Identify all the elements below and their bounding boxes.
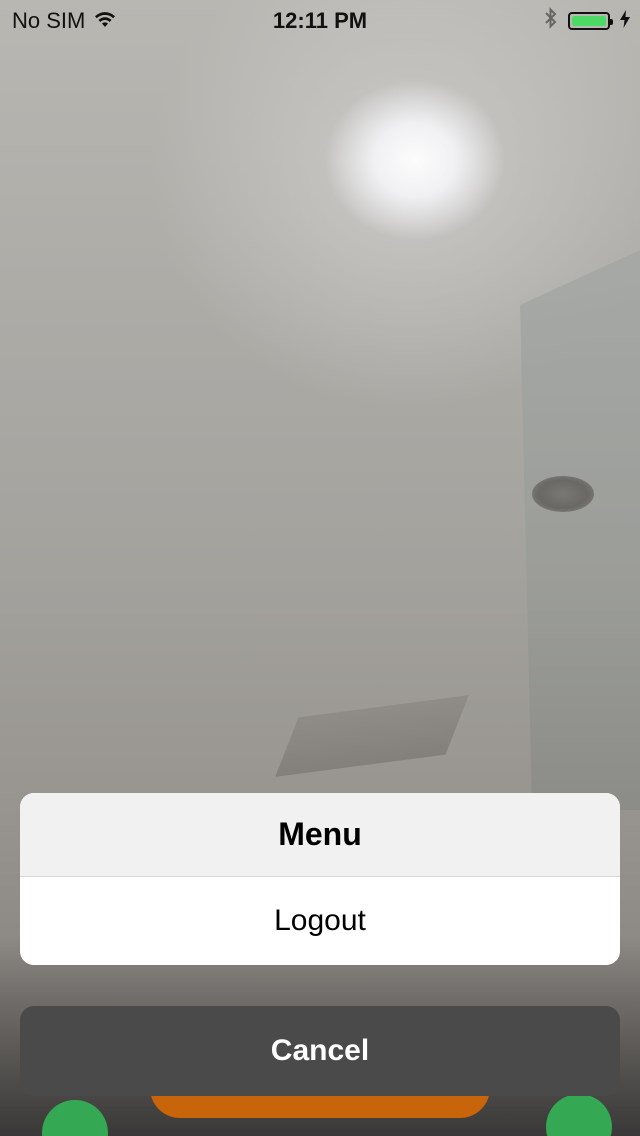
camera-scene-wall [520,250,640,810]
battery-level-fill [572,16,606,26]
charging-bolt-icon [620,8,630,34]
cancel-button[interactable]: Cancel [20,1006,620,1096]
status-right [544,6,630,36]
battery-icon [568,12,613,30]
status-bar: No SIM 12:11 PM [0,0,640,40]
camera-scene-ceiling-light [532,476,594,512]
action-sheet-title: Menu [20,793,620,877]
camera-screen: No SIM 12:11 PM Menu Logout Cancel [0,0,640,1136]
action-sheet: Menu Logout [20,793,620,965]
battery-tip [610,19,613,25]
settings-gear-icon[interactable] [42,1100,108,1136]
message-icon[interactable] [546,1094,612,1136]
bluetooth-icon [544,6,558,36]
logout-button[interactable]: Logout [20,877,620,965]
